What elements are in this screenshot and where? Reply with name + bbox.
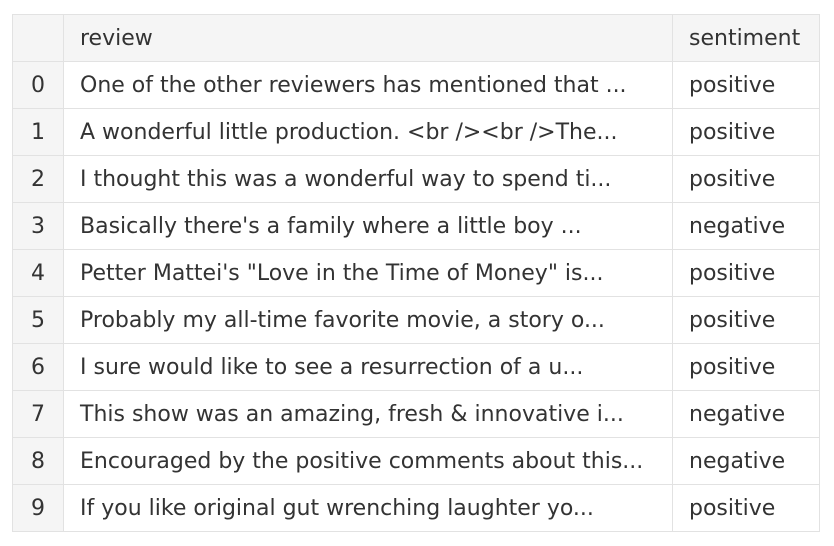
review-cell: I thought this was a wonderful way to sp… (63, 155, 673, 203)
table-row: 0 One of the other reviewers has mention… (12, 61, 820, 109)
review-cell: Probably my all-time favorite movie, a s… (63, 296, 673, 344)
sentiment-cell: positive (672, 296, 820, 344)
review-column-header: review (63, 14, 673, 62)
sentiment-cell: negative (672, 202, 820, 250)
header-row: review sentiment (12, 14, 820, 62)
row-index: 2 (12, 155, 64, 203)
review-cell: If you like original gut wrenching laugh… (63, 484, 673, 532)
table-header: review sentiment (12, 14, 820, 62)
table-row: 9 If you like original gut wrenching lau… (12, 484, 820, 532)
sentiment-column-header: sentiment (672, 14, 820, 62)
table-row: 2 I thought this was a wonderful way to … (12, 155, 820, 203)
table-row: 1 A wonderful little production. <br /><… (12, 108, 820, 156)
sentiment-cell: positive (672, 343, 820, 391)
dataframe-table: review sentiment 0 One of the other revi… (12, 14, 820, 532)
row-index: 5 (12, 296, 64, 344)
review-cell: Basically there's a family where a littl… (63, 202, 673, 250)
row-index: 9 (12, 484, 64, 532)
sentiment-cell: positive (672, 155, 820, 203)
sentiment-cell: positive (672, 61, 820, 109)
review-cell: A wonderful little production. <br /><br… (63, 108, 673, 156)
sentiment-cell: positive (672, 249, 820, 297)
table-row: 5 Probably my all-time favorite movie, a… (12, 296, 820, 344)
row-index: 7 (12, 390, 64, 438)
table-row: 4 Petter Mattei's "Love in the Time of M… (12, 249, 820, 297)
sentiment-cell: negative (672, 390, 820, 438)
review-cell: Petter Mattei's "Love in the Time of Mon… (63, 249, 673, 297)
sentiment-cell: positive (672, 484, 820, 532)
table-row: 7 This show was an amazing, fresh & inno… (12, 390, 820, 438)
review-cell: This show was an amazing, fresh & innova… (63, 390, 673, 438)
row-index: 0 (12, 61, 64, 109)
row-index: 8 (12, 437, 64, 485)
review-cell: One of the other reviewers has mentioned… (63, 61, 673, 109)
row-index: 1 (12, 108, 64, 156)
table-row: 6 I sure would like to see a resurrectio… (12, 343, 820, 391)
review-cell: I sure would like to see a resurrection … (63, 343, 673, 391)
row-index: 3 (12, 202, 64, 250)
index-column-header (12, 14, 64, 62)
sentiment-cell: positive (672, 108, 820, 156)
sentiment-cell: negative (672, 437, 820, 485)
table-body: 0 One of the other reviewers has mention… (12, 61, 820, 532)
row-index: 4 (12, 249, 64, 297)
row-index: 6 (12, 343, 64, 391)
table-row: 3 Basically there's a family where a lit… (12, 202, 820, 250)
table-row: 8 Encouraged by the positive comments ab… (12, 437, 820, 485)
review-cell: Encouraged by the positive comments abou… (63, 437, 673, 485)
